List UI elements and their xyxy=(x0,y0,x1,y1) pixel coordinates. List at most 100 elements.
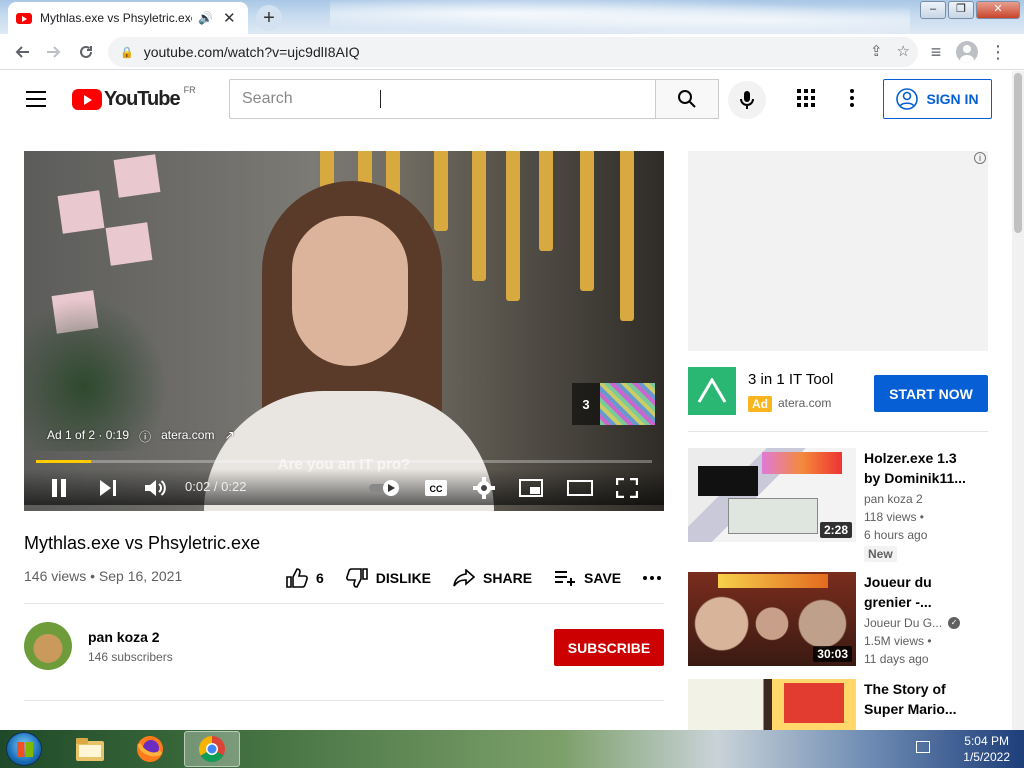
chrome-icon xyxy=(198,735,225,763)
info-icon[interactable]: ⓘ xyxy=(139,428,151,445)
start-now-button[interactable]: START NOW xyxy=(874,375,988,412)
ad-info-icon[interactable]: i xyxy=(974,152,986,164)
thumbs-up-icon xyxy=(286,568,308,588)
video-player[interactable]: 3 Ad 1 of 2 · 0:19 ⓘ atera.com ↗ Are you… xyxy=(24,151,664,511)
video-title: Mythlas.exe vs Phsyletric.exe xyxy=(24,533,261,553)
tab-audio-icon[interactable]: 🔊 xyxy=(198,11,213,25)
bookmark-star-icon[interactable]: ☆ xyxy=(897,42,910,60)
channel-avatar[interactable] xyxy=(24,622,72,670)
voice-search-button[interactable] xyxy=(728,81,766,119)
subscribe-button[interactable]: SUBSCRIBE xyxy=(554,629,664,666)
channel-name[interactable]: pan koza 2 xyxy=(864,492,923,506)
plant-decoration xyxy=(24,291,174,451)
thumb-detail xyxy=(698,466,758,496)
dislike-button[interactable]: DISLIKE xyxy=(345,568,431,588)
video-thumbnail[interactable]: 30:03 xyxy=(688,572,856,666)
settings-button[interactable] xyxy=(473,475,495,501)
windows-logo-icon xyxy=(17,742,33,757)
subscriber-count: 146 subscribers xyxy=(88,650,173,664)
progress-bar[interactable] xyxy=(36,460,652,463)
miniplayer-button[interactable] xyxy=(519,475,543,501)
network-icon[interactable] xyxy=(916,741,930,753)
gear-icon xyxy=(473,477,495,499)
like-button[interactable]: 6 xyxy=(286,568,324,588)
recommended-video[interactable]: The Story of Super Mario... xyxy=(688,679,1018,730)
next-button[interactable] xyxy=(98,475,118,501)
youtube-logo[interactable]: YouTube FR xyxy=(72,85,196,111)
theater-mode-button[interactable] xyxy=(567,475,593,501)
autoplay-toggle-icon xyxy=(369,480,399,496)
channel-name[interactable]: Joueur Du G... ✓ xyxy=(864,616,961,630)
folder-icon xyxy=(76,738,104,761)
ad-info: Ad 1 of 2 · 0:19 ⓘ atera.com ↗ xyxy=(47,428,235,445)
taskbar-chrome[interactable] xyxy=(184,731,240,767)
new-badge: New xyxy=(864,546,897,562)
apps-grid-icon[interactable] xyxy=(797,89,815,112)
url-text[interactable]: youtube.com/watch?v=ujc9dlI8AIQ xyxy=(144,44,360,60)
share-page-icon[interactable]: ⇪ xyxy=(870,42,883,60)
promo-title[interactable]: 3 in 1 IT Tool xyxy=(748,371,833,388)
page-scrollbar[interactable] xyxy=(1012,71,1024,730)
new-tab-button[interactable]: + xyxy=(256,5,282,31)
more-actions-button[interactable] xyxy=(643,576,662,580)
thumbs-down-icon xyxy=(345,568,368,588)
youtube-logo-text: YouTube xyxy=(104,88,181,110)
theater-mode-icon xyxy=(567,480,593,496)
atera-logo-icon[interactable] xyxy=(688,367,736,415)
minimize-button[interactable]: – xyxy=(920,1,946,19)
search-button[interactable] xyxy=(655,79,719,119)
hamburger-menu-icon[interactable] xyxy=(26,91,46,112)
captions-button[interactable]: CC xyxy=(424,475,448,501)
settings-kebab-icon[interactable] xyxy=(850,89,854,107)
bg-slat xyxy=(620,151,634,321)
search-placeholder: Search xyxy=(242,90,293,107)
pause-button[interactable] xyxy=(50,475,68,501)
back-button[interactable] xyxy=(6,36,38,68)
browser-tab[interactable]: Mythlas.exe vs Phsyletric.exe 🔊 ✕ xyxy=(8,2,248,34)
save-button[interactable]: SAVE xyxy=(554,570,621,586)
address-bar[interactable]: 🔒 youtube.com/watch?v=ujc9dlI8AIQ ⇪ ☆ xyxy=(108,37,918,67)
forward-button[interactable] xyxy=(38,36,70,68)
channel-name-text: pan koza 2 xyxy=(864,492,923,506)
next-video-thumbnail[interactable] xyxy=(600,383,655,425)
channel-name-text: Joueur Du G... xyxy=(864,616,943,630)
browser-titlebar: Mythlas.exe vs Phsyletric.exe 🔊 ✕ + – ❐ … xyxy=(0,0,1024,34)
volume-button[interactable] xyxy=(144,475,166,501)
search-input[interactable]: Search xyxy=(229,79,656,119)
ad-banner[interactable]: i xyxy=(688,151,988,351)
reload-button[interactable] xyxy=(70,36,102,68)
restore-button[interactable]: ❐ xyxy=(948,1,974,19)
bg-slat xyxy=(434,151,448,231)
taskbar-explorer[interactable] xyxy=(62,731,118,767)
ad-domain-link[interactable]: atera.com xyxy=(161,428,214,445)
system-clock[interactable]: 5:04 PM 1/5/2022 xyxy=(963,733,1010,765)
video-thumbnail[interactable] xyxy=(688,679,856,730)
profile-avatar-icon[interactable] xyxy=(956,41,978,63)
fullscreen-button[interactable] xyxy=(616,475,638,501)
tab-close-icon[interactable]: ✕ xyxy=(223,9,236,27)
browser-menu-icon[interactable]: ⋮ xyxy=(984,36,1012,68)
view-count: 118 views • xyxy=(864,510,925,524)
video-title[interactable]: The Story of Super Mario... xyxy=(864,679,974,719)
media-control-icon[interactable]: ≡ xyxy=(922,36,950,68)
autoplay-toggle[interactable] xyxy=(368,475,402,501)
sign-in-button[interactable]: SIGN IN xyxy=(883,79,992,119)
close-window-button[interactable]: ✕ xyxy=(976,1,1020,19)
recommended-video[interactable]: 30:03 Joueur du grenier -... Joueur Du G… xyxy=(688,572,1018,672)
video-title[interactable]: Joueur du grenier -... xyxy=(864,572,974,612)
video-views-date: 146 views • Sep 16, 2021 xyxy=(24,568,183,584)
share-button[interactable]: SHARE xyxy=(453,569,532,587)
toolbar-right: ≡ ⋮ xyxy=(922,36,1012,68)
taskbar-firefox[interactable] xyxy=(122,731,178,767)
clock-time: 5:04 PM xyxy=(964,734,1009,748)
channel-name[interactable]: pan koza 2 xyxy=(88,629,160,645)
video-title[interactable]: Holzer.exe 1.3 by Dominik11... xyxy=(864,448,974,488)
search-icon xyxy=(678,90,696,108)
scrollbar-thumb[interactable] xyxy=(1014,73,1022,233)
video-thumbnail[interactable]: 2:28 xyxy=(688,448,856,542)
verified-check-icon: ✓ xyxy=(948,617,961,629)
bg-slat xyxy=(506,151,520,301)
firefox-icon xyxy=(137,736,163,762)
start-button[interactable] xyxy=(6,732,42,766)
recommended-video[interactable]: 2:28 Holzer.exe 1.3 by Dominik11... pan … xyxy=(688,448,1018,562)
